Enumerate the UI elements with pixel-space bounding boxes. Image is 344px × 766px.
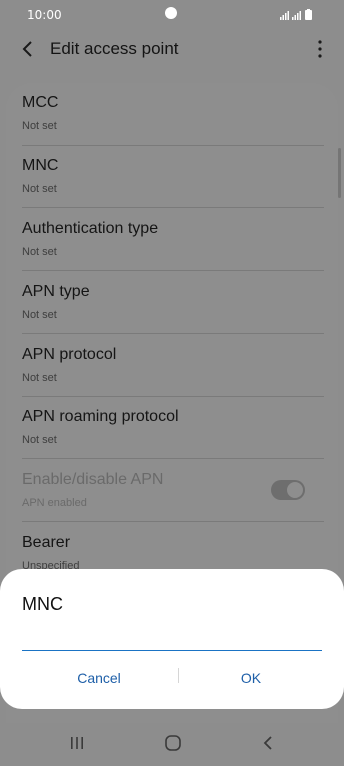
status-bar: 10:00 xyxy=(0,0,344,30)
setting-value: Not set xyxy=(22,309,57,321)
divider xyxy=(22,458,324,459)
setting-label: APN protocol xyxy=(22,346,117,363)
back-nav-icon[interactable] xyxy=(256,732,282,754)
scrollbar[interactable] xyxy=(338,148,341,198)
setting-value: APN enabled xyxy=(22,497,87,509)
divider xyxy=(22,333,324,334)
back-arrow-icon[interactable] xyxy=(18,38,40,60)
setting-label: MCC xyxy=(22,94,59,111)
status-time: 10:00 xyxy=(27,8,62,22)
divider xyxy=(22,270,324,271)
more-options-icon[interactable] xyxy=(316,39,324,59)
setting-mcc[interactable]: MCC Not set xyxy=(22,83,322,145)
home-icon[interactable] xyxy=(160,732,186,754)
setting-label: Bearer xyxy=(22,534,71,551)
setting-label: MNC xyxy=(22,157,59,174)
setting-value: Not set xyxy=(22,372,57,384)
setting-value: Not set xyxy=(22,434,57,446)
page-title: Edit access point xyxy=(50,39,179,58)
setting-apn-protocol[interactable]: APN protocol Not set xyxy=(22,335,322,397)
dialog-title: MNC xyxy=(22,594,63,614)
setting-mnc[interactable]: MNC Not set xyxy=(22,146,322,208)
setting-label: APN roaming protocol xyxy=(22,408,179,425)
navigation-bar xyxy=(0,722,344,766)
ok-button[interactable]: OK xyxy=(176,666,326,690)
setting-authentication-type[interactable]: Authentication type Not set xyxy=(22,209,322,271)
setting-value: Not set xyxy=(22,183,57,195)
mnc-input[interactable] xyxy=(22,626,322,651)
mnc-dialog: MNC Cancel OK xyxy=(0,569,344,709)
setting-apn-type[interactable]: APN type Not set xyxy=(22,272,322,334)
cancel-button[interactable]: Cancel xyxy=(24,666,174,690)
signal-battery-icons xyxy=(280,9,312,20)
setting-label: Enable/disable APN xyxy=(22,471,164,488)
battery-icon xyxy=(305,9,312,20)
divider xyxy=(22,207,324,208)
setting-apn-roaming-protocol[interactable]: APN roaming protocol Not set xyxy=(22,397,322,459)
screen: 10:00 Edit access point MCC Not set MNC … xyxy=(0,0,344,766)
setting-value: Not set xyxy=(22,246,57,258)
front-camera-cutout xyxy=(165,7,177,19)
setting-label: Authentication type xyxy=(22,220,159,237)
setting-label: APN type xyxy=(22,283,90,300)
apn-enabled-toggle xyxy=(271,480,305,500)
app-bar: Edit access point xyxy=(0,30,344,80)
divider xyxy=(22,521,324,522)
toggle-knob xyxy=(286,481,304,499)
recent-apps-icon[interactable] xyxy=(64,732,90,754)
setting-value: Not set xyxy=(22,120,57,132)
signal-icon xyxy=(280,11,301,20)
